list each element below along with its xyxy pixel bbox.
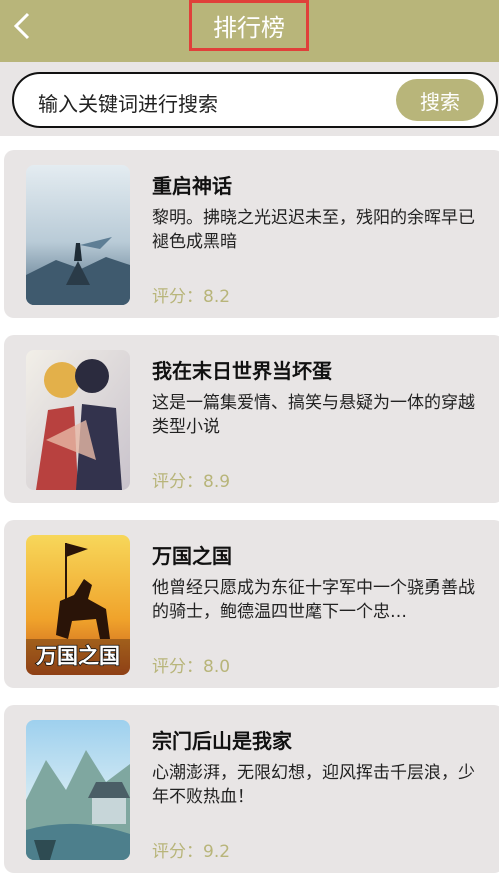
book-title: 宗门后山是我家 bbox=[152, 729, 292, 753]
search-bar-area: 输入关键词进行搜索 搜索 bbox=[0, 62, 499, 136]
book-card[interactable]: 万国之国 万国之国 他曾经只愿成为东征十字军中一个骁勇善战的骑士，鲍德温四世麾下… bbox=[4, 520, 499, 688]
book-cover bbox=[26, 720, 130, 860]
search-placeholder: 输入关键词进行搜索 bbox=[38, 92, 218, 116]
page-title-box: 排行榜 bbox=[189, 0, 309, 51]
book-card[interactable]: 宗门后山是我家 心潮澎湃，无限幻想，迎风挥击千层浪，少年不败热血！ 评分：9.2 bbox=[4, 705, 499, 873]
book-card[interactable]: 我在末日世界当坏蛋 这是一篇集爱情、搞笑与悬疑为一体的穿越类型小说 评分：8.9 bbox=[4, 335, 499, 503]
book-cover: 万国之国 bbox=[26, 535, 130, 675]
book-description: 这是一篇集爱情、搞笑与悬疑为一体的穿越类型小说 bbox=[152, 393, 475, 437]
book-title: 我在末日世界当坏蛋 bbox=[152, 359, 332, 383]
book-title: 重启神话 bbox=[152, 174, 232, 198]
back-button[interactable] bbox=[8, 10, 40, 42]
book-cover bbox=[26, 350, 130, 490]
book-description: 黎明。拂晓之光迟迟未至，残阳的余晖早已褪色成黑暗 bbox=[152, 208, 475, 252]
search-button[interactable]: 搜索 bbox=[396, 79, 484, 121]
book-rating: 评分：8.9 bbox=[152, 472, 231, 492]
book-rating: 评分：8.2 bbox=[152, 287, 231, 307]
top-bar: 排行榜 bbox=[0, 0, 499, 62]
chevron-left-icon bbox=[13, 12, 30, 40]
book-rating: 评分：8.0 bbox=[152, 657, 231, 677]
ranking-list: 重启神话 黎明。拂晓之光迟迟未至，残阳的余晖早已褪色成黑暗 评分：8.2 我在末… bbox=[0, 136, 499, 887]
book-description: 心潮澎湃，无限幻想，迎风挥击千层浪，少年不败热血！ bbox=[152, 763, 475, 807]
search-input[interactable]: 输入关键词进行搜索 搜索 bbox=[12, 72, 498, 128]
book-description: 他曾经只愿成为东征十字军中一个骁勇善战的骑士，鲍德温四世麾下一个忠… bbox=[152, 578, 475, 622]
page-title: 排行榜 bbox=[213, 14, 285, 42]
book-cover bbox=[26, 165, 130, 305]
book-title: 万国之国 bbox=[152, 544, 232, 568]
book-card[interactable]: 重启神话 黎明。拂晓之光迟迟未至，残阳的余晖早已褪色成黑暗 评分：8.2 bbox=[4, 150, 499, 318]
book-rating: 评分：9.2 bbox=[152, 842, 231, 862]
cover-title-text: 万国之国 bbox=[35, 644, 120, 668]
